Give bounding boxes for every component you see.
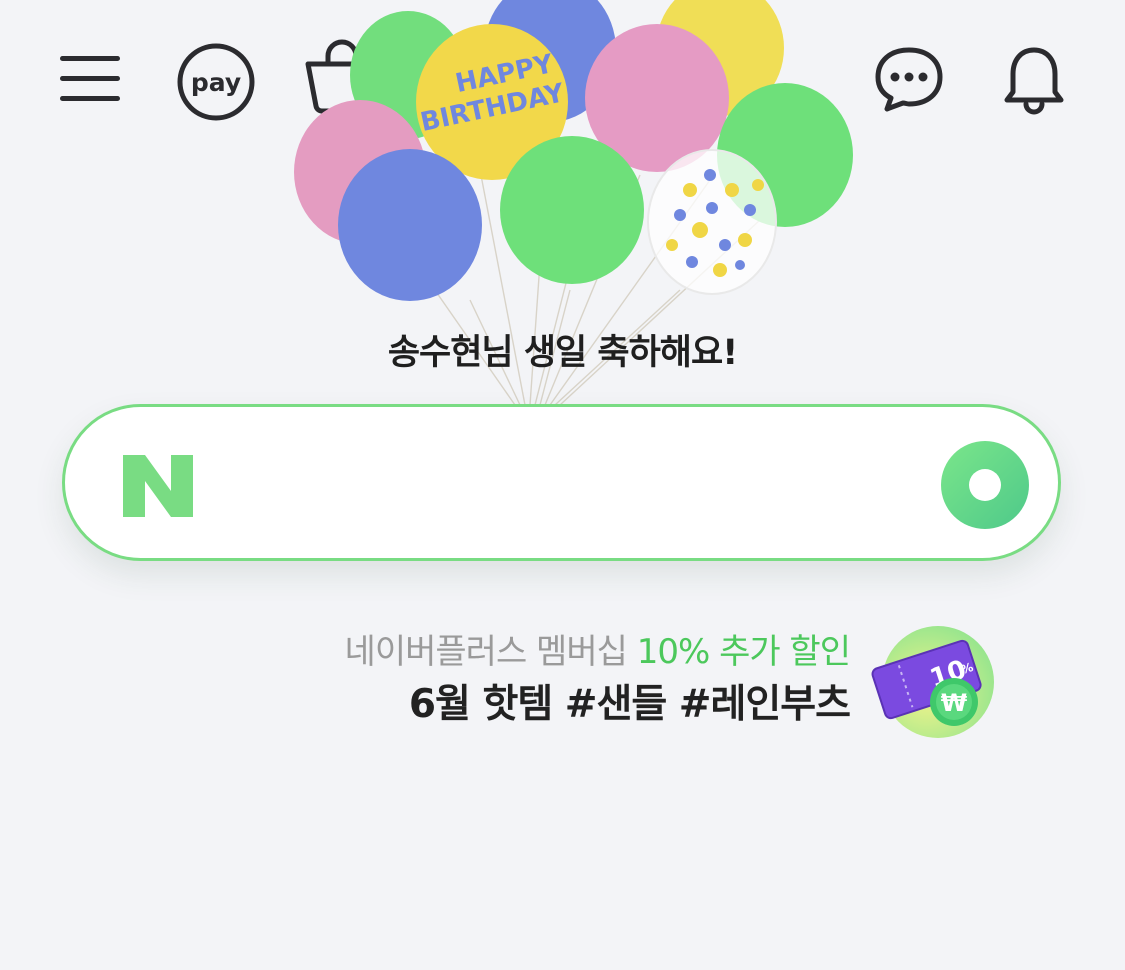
talk-button[interactable] (870, 42, 948, 116)
search-bar[interactable] (62, 404, 1061, 561)
promo-line1-prefix: 네이버플러스 멤버십 (345, 632, 637, 672)
membership-promo[interactable]: 네이버플러스 멤버십 10% 추가 할인 6월 핫템 #샌들 #레인부츠 (300, 628, 850, 734)
promo-discount-highlight: 10% 추가 할인 (637, 632, 850, 672)
menu-button[interactable] (52, 44, 128, 114)
bell-icon (1002, 44, 1066, 116)
pay-button[interactable]: pay (170, 40, 262, 124)
promo-line1: 네이버플러스 멤버십 10% 추가 할인 (300, 628, 850, 676)
pay-icon-label: pay (191, 68, 241, 97)
green-dot-icon[interactable] (939, 439, 1031, 531)
search-input[interactable] (225, 445, 909, 523)
discount-coupon-icon: 10 % ₩ (866, 622, 996, 742)
birthday-message: 송수현님 생일 축하해요! (0, 324, 1125, 375)
hamburger-menu-icon (58, 52, 122, 106)
promo-hot-items: 6월 핫템 #샌들 #레인부츠 (300, 676, 850, 734)
pay-icon: pay (175, 41, 257, 123)
chat-bubble-icon (873, 45, 945, 113)
notifications-button[interactable] (998, 42, 1070, 118)
svg-text:₩: ₩ (941, 689, 968, 717)
naver-logo-icon (121, 453, 195, 519)
